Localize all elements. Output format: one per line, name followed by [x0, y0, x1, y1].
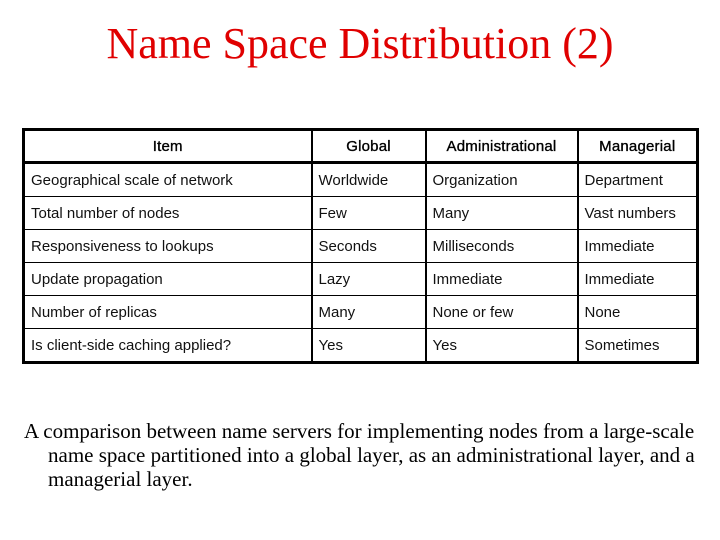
header-global: Global — [310, 129, 426, 164]
header-administrational-label: Administrational — [446, 137, 557, 155]
table-row: Is client-side caching applied? Yes Yes … — [22, 328, 698, 363]
table-row: Total number of nodes Few Many Vast numb… — [22, 196, 698, 230]
cell-item: Is client-side caching applied? — [22, 328, 312, 363]
cell-global: Many — [310, 295, 426, 329]
slide-caption: A comparison between name servers for im… — [24, 419, 695, 491]
cell-managerial: Immediate — [576, 229, 698, 263]
cell-managerial: Immediate — [576, 262, 698, 296]
cell-administrational: Many — [424, 196, 578, 230]
cell-administrational: Immediate — [424, 262, 578, 296]
cell-global: Lazy — [310, 262, 426, 296]
header-administrational: Administrational — [424, 129, 578, 164]
cell-item: Total number of nodes — [22, 196, 312, 230]
cell-managerial: Department — [576, 162, 698, 197]
header-item: Item — [22, 129, 312, 164]
cell-managerial: Vast numbers — [576, 196, 698, 230]
cell-item: Number of replicas — [22, 295, 312, 329]
slide-title: Name Space Distribution (2) — [106, 19, 614, 68]
cell-administrational: Organization — [424, 162, 578, 197]
header-managerial-label: Managerial — [599, 137, 676, 155]
cell-managerial: None — [576, 295, 698, 329]
cell-administrational: None or few — [424, 295, 578, 329]
cell-managerial: Sometimes — [576, 328, 698, 363]
table-row: Geographical scale of network Worldwide … — [22, 162, 698, 197]
cell-administrational: Yes — [424, 328, 578, 363]
cell-global: Seconds — [310, 229, 426, 263]
cell-item: Update propagation — [22, 262, 312, 296]
table-header-row: Item Global Administrational Managerial — [22, 129, 698, 164]
table-row: Responsiveness to lookups Seconds Millis… — [22, 229, 698, 263]
table-row: Update propagation Lazy Immediate Immedi… — [22, 262, 698, 296]
cell-global: Worldwide — [310, 162, 426, 197]
name-server-comparison-table: Item Global Administrational Managerial … — [22, 128, 699, 364]
comparison-table-container: Item Global Administrational Managerial … — [22, 128, 699, 364]
header-global-label: Global — [346, 137, 391, 155]
cell-global: Few — [310, 196, 426, 230]
header-managerial: Managerial — [576, 129, 698, 164]
cell-administrational: Milliseconds — [424, 229, 578, 263]
table-row: Number of replicas Many None or few None — [22, 295, 698, 329]
cell-item: Responsiveness to lookups — [22, 229, 312, 263]
header-item-label: Item — [152, 137, 183, 155]
cell-item: Geographical scale of network — [22, 162, 312, 197]
cell-global: Yes — [310, 328, 426, 363]
